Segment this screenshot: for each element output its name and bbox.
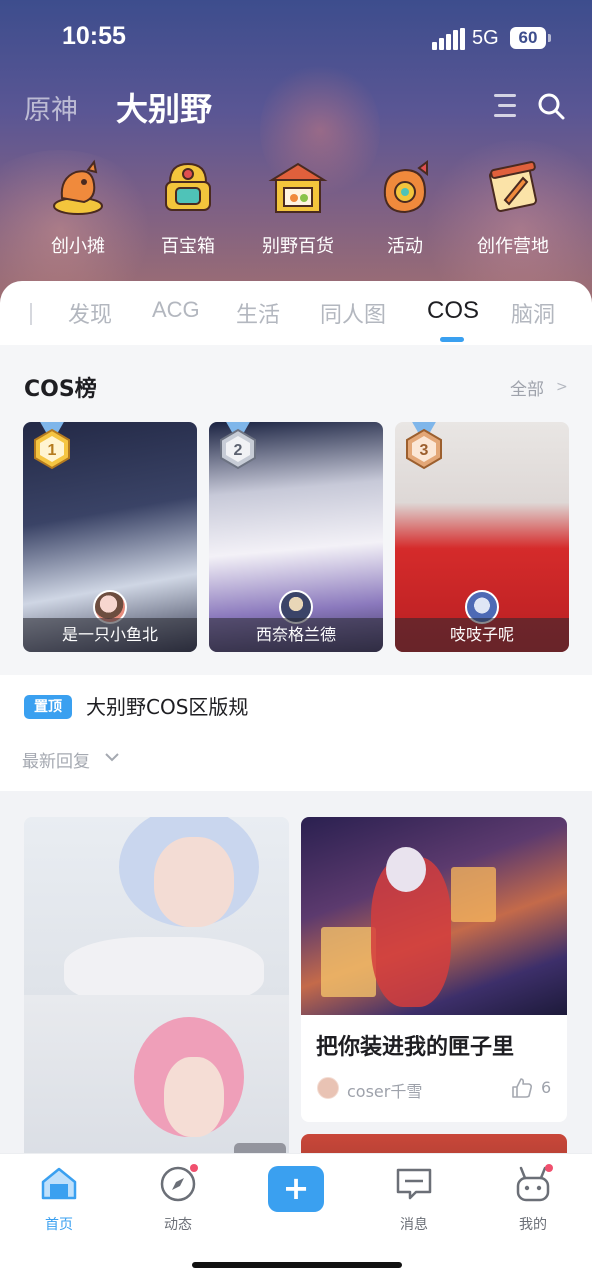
search-icon[interactable] [537,92,565,120]
post-image [301,817,567,1015]
post-author[interactable]: coser千雪 [347,1078,422,1102]
notification-dot [190,1164,198,1172]
rank-card[interactable]: 1 是一只小鱼北 [23,422,197,652]
shortcut-label: 活动 [387,236,423,257]
post-card-image[interactable] [24,817,289,1161]
shortcut-row: 创小摊 百宝箱 别野百货 活动 创作营地 [0,158,592,258]
rank-name: 吱吱子呢 [395,618,569,652]
shortcut-shop[interactable]: 别野百货 [243,158,353,258]
thumbs-up-icon[interactable] [511,1077,533,1099]
bottom-tab-bar: 首页 动态 + 消息 我的 [0,1153,592,1280]
game-switch[interactable]: 原神 [24,88,78,127]
shortcut-treasure[interactable]: 百宝箱 [133,158,243,258]
rank-title: COS榜 [24,377,97,402]
signal-icon [432,28,466,50]
network-type: 5G [472,27,499,49]
top-nav: 原神 大别野 [0,82,592,132]
category-tabs: 发现 ACG 生活 同人图 COS 脑洞 [0,281,592,345]
shortcut-label: 别野百货 [262,236,334,257]
rank-name: 是一只小鱼北 [23,618,197,652]
post-card[interactable]: 把你装进我的匣子里 coser千雪 6 [301,817,567,1122]
shop-icon [268,162,328,213]
rank-number: 2 [234,442,243,459]
rank-name: 西奈格兰德 [209,618,383,652]
rank-medal-icon: 1 [34,422,70,470]
stall-icon [53,159,103,215]
sort-selector[interactable]: 最新回复 [22,747,90,772]
tab-indicator [440,337,464,342]
page-title[interactable]: 大别野 [116,84,212,130]
menu-icon[interactable] [490,94,516,118]
shortcut-creator[interactable]: 创作营地 [458,158,568,258]
status-time: 10:55 [62,22,126,50]
shortcut-stall[interactable]: 创小摊 [23,158,133,258]
notification-dot [545,1164,553,1172]
create-post-button[interactable]: + [268,1166,324,1212]
chevron-down-icon[interactable] [104,749,120,765]
tab-label: 首页 [45,1217,73,1233]
rank-medal-icon: 2 [220,422,256,470]
post-title: 把你装进我的匣子里 [316,1035,515,1060]
shortcut-event[interactable]: 活动 [350,158,460,258]
rank-view-all[interactable]: 全部 [510,375,544,400]
tab-label: 我的 [519,1217,547,1233]
pinned-notice[interactable]: 置顶 大别野COS区版规 最新回复 [0,675,592,791]
rank-number: 1 [48,442,57,459]
event-icon [383,160,428,214]
chevron-right-icon: > [556,379,568,395]
post-feed: 把你装进我的匣子里 coser千雪 6 [0,791,592,1161]
rank-medal-icon: 3 [406,422,442,470]
home-icon [41,1167,77,1200]
rank-card[interactable]: 3 吱吱子呢 [395,422,569,652]
tab-life[interactable]: 生活 [236,297,280,329]
tab-feed[interactable]: 动态 [138,1164,218,1234]
pinned-badge: 置顶 [24,695,72,719]
tab-cos[interactable]: COS [427,297,479,325]
tab-fanart[interactable]: 同人图 [320,297,386,329]
author-avatar[interactable] [317,1077,339,1099]
tab-messages[interactable]: 消息 [374,1164,454,1234]
home-indicator [192,1262,402,1268]
tab-brainhole[interactable]: 脑洞 [511,297,555,329]
rank-number: 3 [420,442,429,459]
like-count: 6 [541,1078,552,1097]
status-bar: 10:55 5G 60 [0,0,592,80]
message-icon [396,1168,432,1200]
tab-acg[interactable]: ACG [152,297,200,323]
tab-label: 消息 [400,1217,428,1233]
battery-icon: 60 [510,27,546,49]
shortcut-label: 百宝箱 [161,236,215,257]
notice-title[interactable]: 大别野COS区版规 [86,691,248,720]
rank-card[interactable]: 2 西奈格兰德 [209,422,383,652]
shortcut-label: 创作营地 [477,236,549,257]
creator-camp-icon [489,161,537,212]
tab-divider [30,303,32,325]
tab-label: 动态 [164,1217,192,1233]
treasure-box-icon [165,162,211,211]
tab-profile[interactable]: 我的 [493,1164,573,1234]
content-sheet: 发现 ACG 生活 同人图 COS 脑洞 COS榜 全部 > 1 是一只小鱼北 … [0,281,592,1161]
tab-home[interactable]: 首页 [19,1164,99,1234]
shortcut-label: 创小摊 [51,236,105,257]
tab-discover[interactable]: 发现 [68,297,112,329]
